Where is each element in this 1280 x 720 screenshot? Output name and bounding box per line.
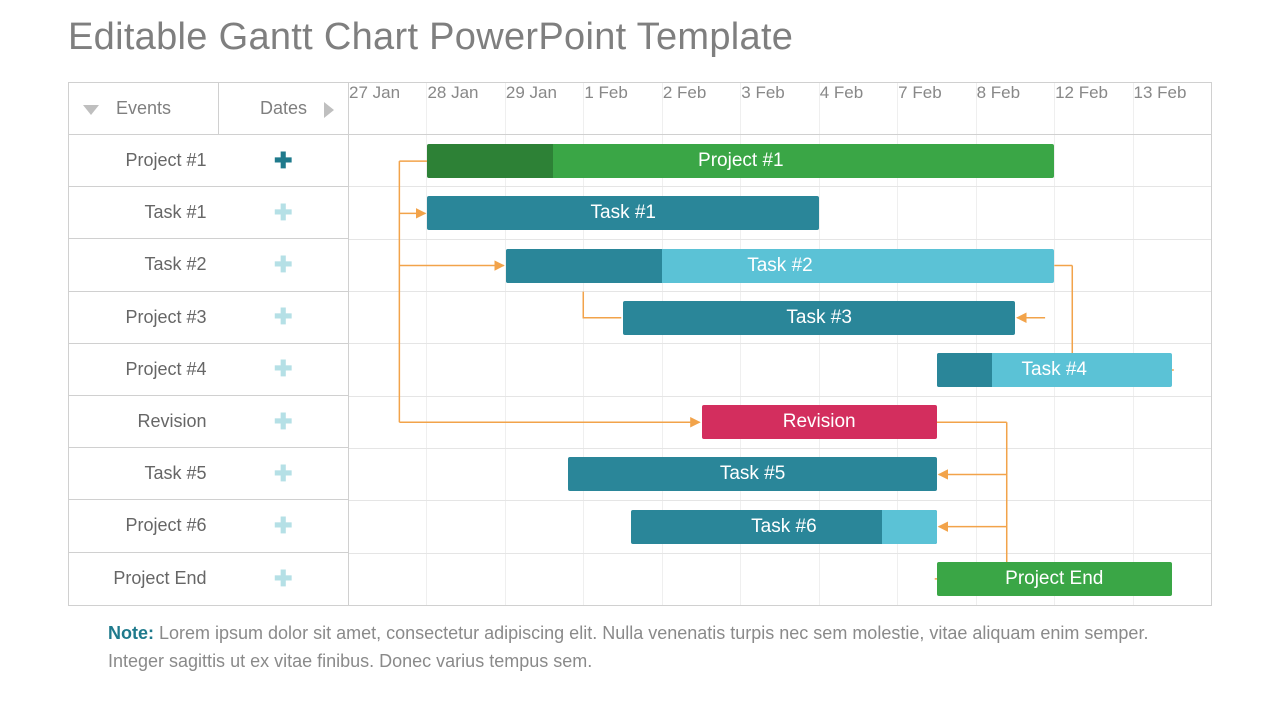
row-label: Revision (69, 411, 218, 432)
row-label: Project End (69, 568, 218, 589)
expand-icon[interactable]: ✚ (218, 358, 348, 380)
header-dates-label: Dates (260, 98, 307, 119)
row-label: Project #6 (69, 515, 218, 536)
chevron-down-icon (83, 105, 99, 115)
gantt-bar-label: Task #3 (786, 307, 851, 329)
footnote-text: Lorem ipsum dolor sit amet, consectetur … (108, 623, 1148, 671)
row-label: Task #5 (69, 463, 218, 484)
header-date-col: 8 Feb (977, 83, 1055, 134)
header-date-col: 2 Feb (663, 83, 741, 134)
gantt-bar[interactable]: Project End (937, 562, 1172, 596)
gantt-header: Events Dates 27 Jan28 Jan29 Jan1 Feb2 Fe… (69, 83, 1211, 135)
gantt-rows-panel: Project #1✚Task #1✚Task #2✚Project #3✚Pr… (69, 135, 349, 605)
gantt-bar-label: Task #4 (1022, 359, 1087, 381)
gantt-row: Task #1✚ (69, 187, 348, 239)
expand-icon[interactable]: ✚ (218, 306, 348, 328)
gantt-row: Project #4✚ (69, 344, 348, 396)
page-title: Editable Gantt Chart PowerPoint Template (68, 16, 793, 59)
gantt-row: Task #5✚ (69, 448, 348, 500)
slide: Editable Gantt Chart PowerPoint Template… (0, 0, 1280, 720)
gantt-bar[interactable]: Task #1 (427, 196, 819, 230)
header-date-col: 4 Feb (820, 83, 898, 134)
gantt-row: Project #1✚ (69, 135, 348, 187)
header-date-col: 29 Jan (506, 83, 584, 134)
gantt-bar-label: Task #6 (751, 516, 816, 538)
gantt-bar[interactable]: Revision (702, 405, 937, 439)
gantt-row: Project #6✚ (69, 500, 348, 552)
gantt-bar-label: Project #1 (698, 150, 784, 172)
gantt-chart: Events Dates 27 Jan28 Jan29 Jan1 Feb2 Fe… (68, 82, 1212, 606)
gantt-row: Project #3✚ (69, 292, 348, 344)
row-label: Project #3 (69, 307, 218, 328)
gantt-bar[interactable]: Task #3 (623, 301, 1015, 335)
header-date-col: 3 Feb (741, 83, 819, 134)
gantt-bar-label: Revision (783, 411, 856, 433)
gantt-bar[interactable]: Task #5 (568, 457, 936, 491)
gantt-bar-label: Project End (1005, 568, 1103, 590)
header-date-col: 1 Feb (584, 83, 662, 134)
gantt-bar-label: Task #1 (591, 202, 656, 224)
expand-icon[interactable]: ✚ (218, 254, 348, 276)
gantt-bar-label: Task #2 (747, 255, 812, 277)
header-date-col: 28 Jan (427, 83, 505, 134)
expand-icon[interactable]: ✚ (218, 411, 348, 433)
header-events-label: Events (116, 98, 171, 119)
gantt-bar[interactable]: Project #1 (427, 144, 1054, 178)
header-date-col: 13 Feb (1134, 83, 1211, 134)
gantt-row: Revision✚ (69, 396, 348, 448)
expand-icon[interactable]: ✚ (218, 202, 348, 224)
chevron-right-icon (324, 102, 334, 118)
gantt-bar[interactable]: Task #2 (506, 249, 1055, 283)
header-date-col: 12 Feb (1055, 83, 1133, 134)
header-date-col: 27 Jan (349, 83, 427, 134)
expand-icon[interactable]: ✚ (218, 568, 348, 590)
gantt-bar-label: Task #5 (720, 463, 785, 485)
footnote-prefix: Note: (108, 623, 154, 643)
gantt-row: Project End✚ (69, 553, 348, 605)
header-events[interactable]: Events (69, 83, 219, 134)
row-label: Task #2 (69, 254, 218, 275)
gantt-grid: Project #1 Task #1 Task #2 Task #3 Task #4 Re… (349, 135, 1211, 605)
footnote: Note: Lorem ipsum dolor sit amet, consec… (108, 620, 1168, 676)
gantt-row: Task #2✚ (69, 239, 348, 291)
gantt-bar[interactable]: Task #4 (937, 353, 1172, 387)
header-dates[interactable]: Dates (219, 83, 349, 134)
gantt-bar[interactable]: Task #6 (631, 510, 937, 544)
header-date-col: 7 Feb (898, 83, 976, 134)
row-label: Project #4 (69, 359, 218, 380)
expand-icon[interactable]: ✚ (218, 463, 348, 485)
expand-icon[interactable]: ✚ (218, 515, 348, 537)
expand-icon[interactable]: ✚ (218, 150, 348, 172)
row-label: Project #1 (69, 150, 218, 171)
row-label: Task #1 (69, 202, 218, 223)
